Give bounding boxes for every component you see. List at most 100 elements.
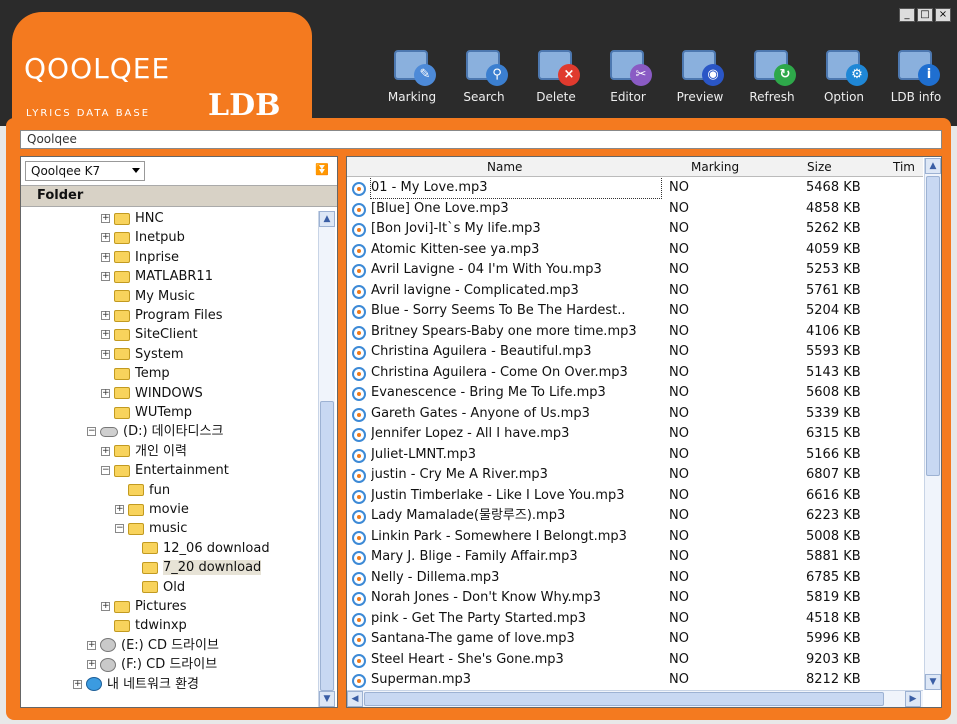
table-row[interactable]: Britney Spears-Baby one more time.mp3 NO 4…	[347, 322, 923, 343]
tree-item[interactable]: 7_20 download	[129, 558, 262, 577]
tree-item[interactable]: + Inetpub	[101, 228, 185, 247]
tree-item[interactable]: WUTemp	[101, 403, 192, 422]
table-row[interactable]: Juliet-LMNT.mp3 NO 5166 KB	[347, 445, 923, 466]
expand-icon[interactable]: +	[101, 311, 110, 320]
search-button[interactable]: ⚲ Search	[452, 40, 516, 114]
expand-icon[interactable]: +	[101, 446, 110, 456]
table-row[interactable]: Mary J. Blige - Family Affair.mp3 NO 5881 …	[347, 547, 923, 568]
table-row[interactable]: Christina Aguilera - Come On Over.mp3 NO 5…	[347, 363, 923, 384]
collapse-icon[interactable]: −	[101, 466, 110, 476]
table-row[interactable]: Avril lavigne - Complicated.mp3 NO 5761 KB	[347, 281, 923, 302]
table-row[interactable]: 01 - My Love.mp3 NO 5468 KB	[347, 178, 923, 199]
tree-item-label: Entertainment	[135, 463, 229, 479]
ldb-info-button[interactable]: i LDB info	[884, 40, 948, 114]
expand-icon[interactable]: +	[101, 252, 110, 262]
expand-icon[interactable]: +	[101, 330, 110, 340]
expand-icon[interactable]: +	[87, 640, 96, 650]
tree-item[interactable]: Old	[129, 578, 185, 597]
device-select[interactable]: Qoolqee K7	[25, 161, 145, 181]
tree-item[interactable]: − (D:) 데이타디스크	[87, 422, 223, 441]
table-row[interactable]: Gareth Gates - Anyone of Us.mp3 NO 5339 KB	[347, 404, 923, 425]
expand-icon[interactable]: +	[115, 505, 124, 514]
expand-icon[interactable]: +	[101, 349, 110, 359]
editor-button[interactable]: ✂ Editor	[596, 40, 660, 114]
table-row[interactable]: [Blue] One Love.mp3 NO 4858 KB	[347, 199, 923, 220]
scroll-right-icon[interactable]: ▶	[905, 691, 921, 707]
table-row[interactable]: Norah Jones - Don't Know Why.mp3 NO 5819 K…	[347, 588, 923, 609]
path-field[interactable]: Qoolqee	[20, 130, 942, 149]
table-row[interactable]: pink - Get The Party Started.mp3 NO 4518 K…	[347, 609, 923, 630]
marking-button[interactable]: ✎ Marking	[380, 40, 444, 114]
expand-icon[interactable]: +	[101, 272, 110, 282]
collapse-icon[interactable]: −	[115, 524, 124, 534]
preview-button[interactable]: ◉ Preview	[668, 40, 732, 114]
scroll-up-icon[interactable]: ▲	[925, 158, 941, 174]
delete-button[interactable]: × Delete	[524, 40, 588, 114]
option-button[interactable]: ⚙ Option	[812, 40, 876, 114]
tree-item[interactable]: + Program Files	[101, 306, 223, 325]
table-row[interactable]: Steel Heart - She's Gone.mp3 NO 9203 KB	[347, 650, 923, 671]
table-row[interactable]: Evanescence - Bring Me To Life.mp3 NO 5608…	[347, 383, 923, 404]
table-row[interactable]: Blue - Sorry Seems To Be The Hardest.. NO…	[347, 301, 923, 322]
column-name[interactable]: Name	[487, 160, 522, 174]
tree-item[interactable]: + System	[101, 345, 183, 364]
table-row[interactable]: Atomic Kitten-see ya.mp3 NO 4059 KB	[347, 240, 923, 261]
tree-item[interactable]: + HNC	[101, 209, 164, 228]
table-row[interactable]: Santana-The game of love.mp3 NO 5996 KB	[347, 629, 923, 650]
tree-item[interactable]: + Inprise	[101, 248, 179, 267]
refresh-button[interactable]: ↻ Refresh	[740, 40, 804, 114]
collapse-icon[interactable]: −	[87, 427, 96, 437]
expand-icon[interactable]: +	[101, 214, 110, 223]
expand-icon[interactable]: +	[73, 679, 82, 689]
horizontal-scroll-thumb[interactable]	[364, 692, 884, 706]
expand-icon[interactable]: +	[87, 660, 96, 670]
table-row[interactable]: Justin Timberlake - Like I Love You.mp3 N…	[347, 486, 923, 507]
maximize-button[interactable]: □	[917, 8, 933, 22]
scroll-down-icon[interactable]: ▼	[925, 674, 941, 690]
tree-item[interactable]: + MATLABR11	[101, 267, 213, 286]
column-time[interactable]: Tim	[893, 160, 915, 174]
table-row[interactable]: justin - Cry Me A River.mp3 NO 6807 KB	[347, 465, 923, 486]
column-size[interactable]: Size	[807, 160, 832, 174]
scroll-down-icon[interactable]: ▼	[319, 691, 335, 707]
table-row[interactable]: Avril Lavigne - 04 I'm With You.mp3 NO 525…	[347, 260, 923, 281]
expand-icon[interactable]: +	[101, 233, 110, 243]
file-marking: NO	[669, 610, 689, 626]
table-row[interactable]: Jennifer Lopez - All I have.mp3 NO 6315 KB	[347, 424, 923, 445]
collapse-icon[interactable]: ⏬	[315, 163, 329, 176]
column-marking[interactable]: Marking	[691, 160, 739, 174]
tree-item[interactable]: 12_06 download	[129, 539, 270, 558]
tree-item[interactable]: + 개인 이력	[101, 442, 187, 461]
table-row[interactable]: [Bon Jovi]-It`s My life.mp3 NO 5262 KB	[347, 219, 923, 240]
tree-item[interactable]: − Entertainment	[101, 461, 229, 480]
table-row[interactable]: Christina Aguilera - Beautiful.mp3 NO 5593…	[347, 342, 923, 363]
close-button[interactable]: ×	[935, 8, 951, 22]
table-row[interactable]: Lady Mamalade(물랑루즈).mp3 NO 6223 KB	[347, 506, 923, 527]
tree-item[interactable]: Temp	[101, 364, 170, 383]
list-scroll-thumb[interactable]	[926, 176, 940, 476]
tree-item[interactable]: + (E:) CD 드라이브	[87, 636, 219, 655]
tree-item[interactable]: + movie	[115, 500, 189, 519]
minimize-button[interactable]: _	[899, 8, 915, 22]
expand-icon[interactable]: +	[101, 388, 110, 398]
table-row[interactable]: Nelly - Dillema.mp3 NO 6785 KB	[347, 568, 923, 589]
table-row[interactable]: Superman.mp3 NO 8212 KB	[347, 670, 923, 690]
list-scrollbar[interactable]: ▲ ▼	[924, 158, 941, 690]
tree-item[interactable]: fun	[115, 481, 170, 500]
tree-item[interactable]: My Music	[101, 287, 195, 306]
tree-item[interactable]: + WINDOWS	[101, 384, 203, 403]
tree-item[interactable]: tdwinxp	[101, 616, 187, 635]
tree-scroll-thumb[interactable]	[320, 401, 334, 691]
expand-icon[interactable]: +	[101, 602, 110, 611]
scroll-up-icon[interactable]: ▲	[319, 211, 335, 227]
tree-item[interactable]: + (F:) CD 드라이브	[87, 655, 217, 674]
horizontal-scrollbar[interactable]: ◀ ▶	[347, 690, 923, 707]
tree-item[interactable]: + SiteClient	[101, 325, 198, 344]
tree-item[interactable]: + 내 네트워크 환경	[73, 675, 199, 694]
tree-item[interactable]: − music	[115, 519, 187, 538]
tree-item[interactable]: + Pictures	[101, 597, 186, 616]
scroll-left-icon[interactable]: ◀	[347, 691, 363, 707]
table-row[interactable]: Linkin Park - Somewhere I Belongt.mp3 NO 5…	[347, 527, 923, 548]
mp3-file-icon	[352, 612, 366, 627]
tree-scrollbar[interactable]: ▲ ▼	[318, 211, 335, 707]
